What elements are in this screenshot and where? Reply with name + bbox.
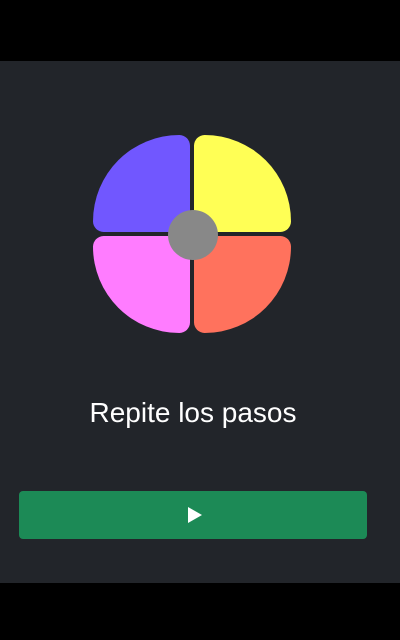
play-button[interactable] [19, 491, 367, 539]
game-screen: Repite los pasos [0, 61, 400, 583]
status-message: Repite los pasos [89, 397, 297, 428]
center-circle [168, 210, 218, 260]
simon-board [93, 135, 293, 335]
play-icon [187, 507, 202, 523]
